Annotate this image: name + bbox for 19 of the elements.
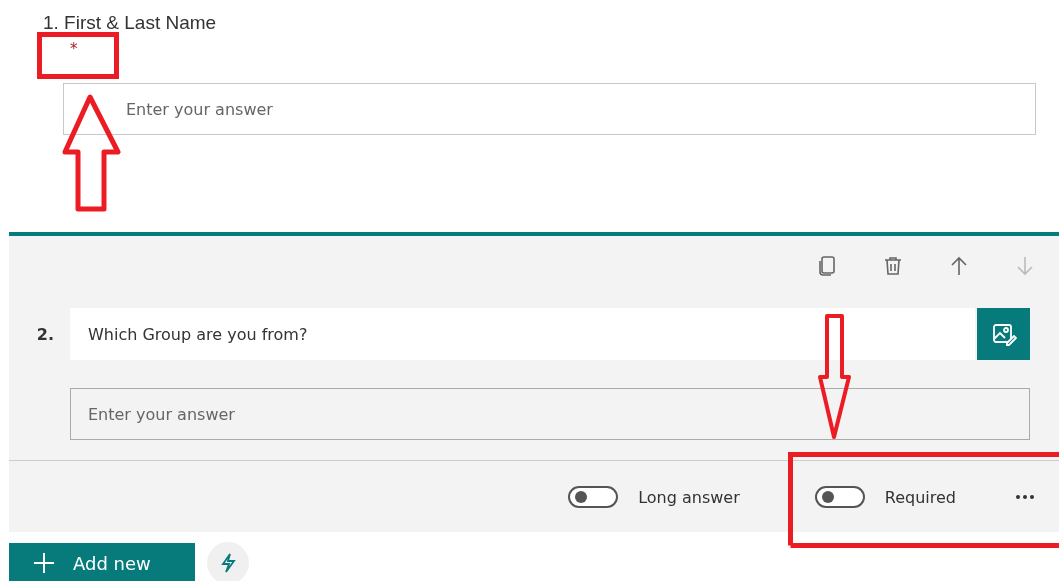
toggle-label: Long answer	[638, 487, 740, 507]
answer-field[interactable]: Enter your answer	[70, 388, 1030, 440]
answer-field[interactable]: Enter your answer	[63, 83, 1036, 135]
trash-icon	[882, 255, 904, 277]
question-title-field[interactable]: Which Group are you from?	[70, 308, 975, 360]
toggle-switch[interactable]	[568, 486, 619, 508]
image-edit-icon	[990, 321, 1017, 347]
required-asterisk: *	[70, 40, 78, 58]
insert-image-button[interactable]	[977, 308, 1030, 360]
copy-icon	[816, 255, 838, 277]
toggle-label: Required	[884, 487, 956, 507]
question-title: 1. First & Last Name	[43, 12, 218, 34]
plus-icon	[33, 552, 55, 574]
add-new-button[interactable]: Add new	[9, 543, 195, 581]
arrow-down-icon	[1014, 255, 1036, 277]
lightning-icon	[219, 553, 237, 573]
lightning-button[interactable]	[207, 542, 249, 581]
question-number: 2.	[35, 324, 55, 344]
toggle-switch[interactable]	[814, 486, 865, 508]
